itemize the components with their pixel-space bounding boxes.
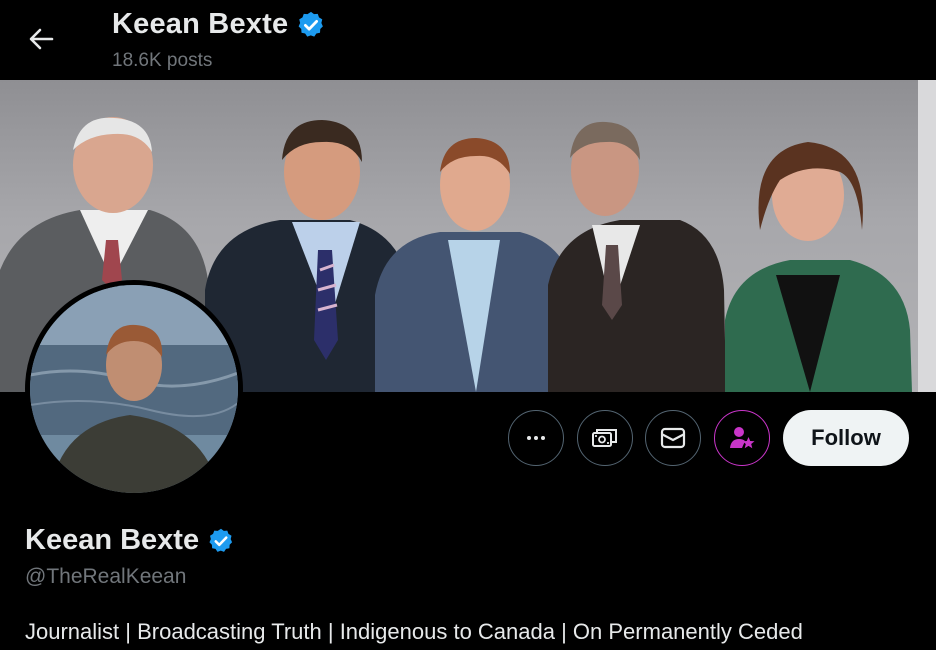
header-title: Keean Bexte <box>112 8 289 40</box>
profile-handle: @TheRealKeean <box>25 565 187 588</box>
subscribe-button[interactable] <box>577 410 633 466</box>
verified-badge-icon <box>298 11 324 37</box>
notify-button[interactable] <box>714 410 770 466</box>
verified-badge-icon[interactable] <box>207 527 235 555</box>
subscribe-icon <box>592 429 617 447</box>
header-title-row: Keean Bexte <box>112 8 326 41</box>
post-count: 18.6K posts <box>112 50 213 71</box>
profile-display-name: Keean Bexte <box>25 524 200 556</box>
more-icon <box>527 436 545 440</box>
follow-button[interactable]: Follow <box>783 410 909 466</box>
profile-actions: Follow <box>0 410 936 468</box>
top-bar: Keean Bexte 18.6K posts <box>0 0 936 80</box>
arrow-left-icon <box>29 28 54 50</box>
more-button[interactable] <box>508 410 564 466</box>
mail-icon <box>660 427 686 449</box>
profile-name-row: Keean Bexte <box>25 524 235 557</box>
message-button[interactable] <box>645 410 701 466</box>
profile-bio: Journalist | Broadcasting Truth | Indige… <box>25 619 803 644</box>
person-star-icon <box>730 427 755 449</box>
back-button[interactable] <box>22 22 60 56</box>
